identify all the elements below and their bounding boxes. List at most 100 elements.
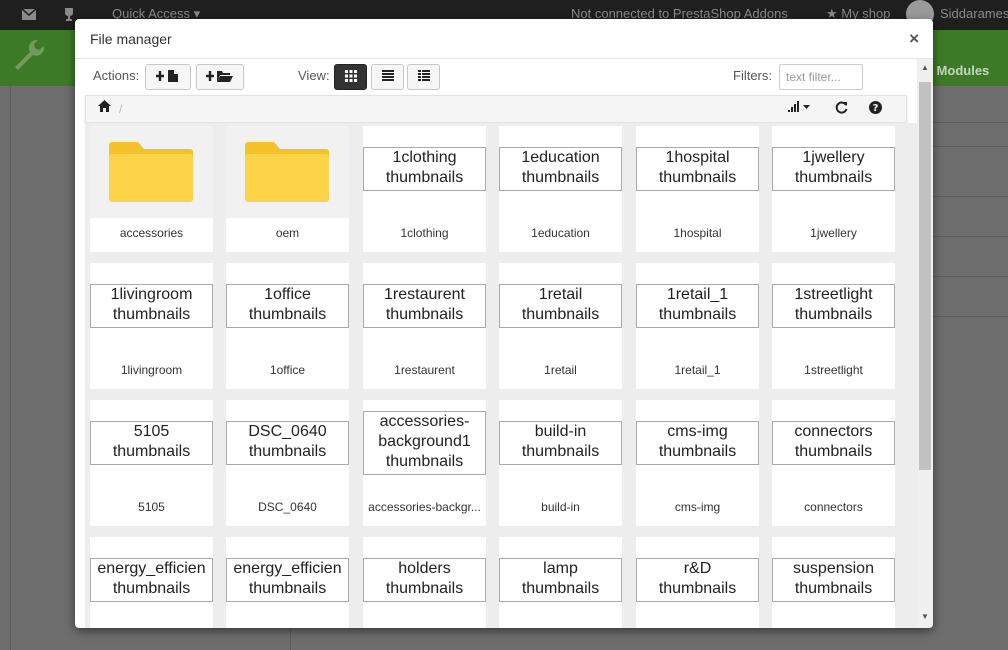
file-name: 5105 xyxy=(138,500,165,514)
broken-image-alt-text: 1streetlight thumbnails xyxy=(772,284,895,328)
image-thumbnail: suspension thumbnails xyxy=(772,537,895,628)
broken-image-alt-text: 1jwellery thumbnails xyxy=(772,147,895,191)
image-thumbnail: 1streetlight thumbnails xyxy=(772,263,895,355)
file-item[interactable]: accessories- background1 thumbnails acces… xyxy=(363,400,486,526)
actions-label: Actions: xyxy=(93,68,140,83)
file-name: DSC_0640 xyxy=(258,500,317,514)
modal-body: Actions: View: Filters: text filter... /… xyxy=(75,59,933,628)
file-name: 1education xyxy=(531,226,590,240)
image-thumbnail: 1restaurent thumbnails xyxy=(363,263,486,355)
image-thumbnail: cms-img thumbnails xyxy=(636,400,759,492)
broken-image-alt-text: build-in thumbnails xyxy=(499,421,622,465)
columns-view-icon xyxy=(417,70,430,84)
file-name: 1hospital xyxy=(673,226,722,240)
file-name: 1retail_1 xyxy=(674,363,721,377)
sort-icon[interactable] xyxy=(788,101,812,116)
broken-image-alt-text: 1education thumbnails xyxy=(499,147,622,191)
file-item[interactable]: connectors thumbnails connectors xyxy=(772,400,895,526)
file-item[interactable]: cms-img thumbnails cms-img xyxy=(636,400,759,526)
file-item[interactable]: build-in thumbnails build-in xyxy=(499,400,622,526)
help-icon[interactable]: ? xyxy=(869,101,882,117)
broken-image-alt-text: 5105 thumbnails xyxy=(90,421,213,465)
new-file-button[interactable] xyxy=(145,64,191,90)
file-item[interactable]: 1office thumbnails 1office xyxy=(226,263,349,389)
add-folder-icon xyxy=(206,69,234,86)
file-name: 1restaurent xyxy=(394,363,455,377)
refresh-icon[interactable] xyxy=(835,101,848,117)
scroll-up-icon[interactable]: ▲ xyxy=(920,63,930,73)
svg-text:?: ? xyxy=(873,103,879,114)
image-thumbnail: energy_efficien thumbnails xyxy=(226,537,349,628)
close-icon[interactable]: × xyxy=(909,30,919,47)
new-folder-button[interactable] xyxy=(196,64,244,90)
scroll-down-icon[interactable]: ▼ xyxy=(920,612,930,622)
file-name: 1retail xyxy=(544,363,577,377)
file-item[interactable]: 1restaurent thumbnails 1restaurent xyxy=(363,263,486,389)
file-item[interactable]: lamp thumbnails xyxy=(499,537,622,628)
file-manager-modal: File manager × Actions: View: Filters: t… xyxy=(75,19,933,628)
file-item[interactable]: energy_efficien thumbnails xyxy=(226,537,349,628)
image-thumbnail: DSC_0640 thumbnails xyxy=(226,400,349,492)
image-thumbnail: lamp thumbnails xyxy=(499,537,622,628)
broken-image-alt-text: 1hospital thumbnails xyxy=(636,147,759,191)
trophy-icon[interactable] xyxy=(62,8,76,24)
broken-image-alt-text: 1retail thumbnails xyxy=(499,284,622,328)
broken-image-alt-text: accessories- background1 thumbnails xyxy=(363,411,486,475)
wrench-icon xyxy=(12,38,46,80)
file-grid: accessories oem 1clothing thumbnails 1cloth… xyxy=(85,123,917,628)
file-item[interactable]: 1hospital thumbnails 1hospital xyxy=(636,126,759,252)
image-thumbnail: 1livingroom thumbnails xyxy=(90,263,213,355)
broken-image-alt-text: r&D thumbnails xyxy=(636,558,759,602)
broken-image-alt-text: DSC_0640 thumbnails xyxy=(226,421,349,465)
file-item[interactable]: energy_efficien thumbnails xyxy=(90,537,213,628)
image-thumbnail: 1hospital thumbnails xyxy=(636,126,759,218)
file-name: accessories-backgr... xyxy=(368,500,481,514)
file-name: accessories xyxy=(119,226,184,240)
filter-input[interactable] xyxy=(779,64,863,90)
broken-image-alt-text: cms-img thumbnails xyxy=(636,421,759,465)
file-item[interactable]: 1streetlight thumbnails 1streetlight xyxy=(772,263,895,389)
image-thumbnail: 1education thumbnails xyxy=(499,126,622,218)
image-thumbnail: accessories- background1 thumbnails xyxy=(363,400,486,492)
home-icon[interactable] xyxy=(98,100,111,115)
folder-item[interactable]: accessories xyxy=(90,126,213,252)
file-item[interactable]: holders thumbnails xyxy=(363,537,486,628)
file-item[interactable]: 1retail thumbnails 1retail xyxy=(499,263,622,389)
file-name: cms-img xyxy=(674,500,721,514)
modal-scrollbar[interactable]: ▲ ▼ xyxy=(917,59,933,628)
file-item[interactable]: DSC_0640 thumbnails DSC_0640 xyxy=(226,400,349,526)
file-item[interactable]: 5105 thumbnails 5105 xyxy=(90,400,213,526)
columns-view-button[interactable] xyxy=(407,64,440,90)
folder-thumbnail xyxy=(226,126,349,218)
modules-label[interactable]: d Modules xyxy=(925,63,989,78)
list-view-button[interactable] xyxy=(371,64,404,90)
file-item[interactable]: 1clothing thumbnails 1clothing xyxy=(363,126,486,252)
broken-image-alt-text: energy_efficien thumbnails xyxy=(226,558,349,602)
file-item[interactable]: 1jwellery thumbnails 1jwellery xyxy=(772,126,895,252)
folder-item[interactable]: oem xyxy=(226,126,349,252)
image-thumbnail: r&D thumbnails xyxy=(636,537,759,628)
image-thumbnail: connectors thumbnails xyxy=(772,400,895,492)
image-thumbnail: 1jwellery thumbnails xyxy=(772,126,895,218)
file-item[interactable]: 1livingroom thumbnails 1livingroom xyxy=(90,263,213,389)
grid-view-button[interactable] xyxy=(334,64,367,90)
broken-image-alt-text: 1retail_1 thumbnails xyxy=(636,284,759,328)
image-thumbnail: 1retail thumbnails xyxy=(499,263,622,355)
envelope-icon[interactable] xyxy=(21,8,37,23)
file-name: 1office xyxy=(269,363,306,377)
file-item[interactable]: 1retail_1 thumbnails 1retail_1 xyxy=(636,263,759,389)
modal-header: File manager × xyxy=(75,19,933,59)
broken-image-alt-text: 1office thumbnails xyxy=(226,284,349,328)
image-thumbnail: 1retail_1 thumbnails xyxy=(636,263,759,355)
file-item[interactable]: r&D thumbnails xyxy=(636,537,759,628)
user-name[interactable]: Siddaramesh xyxy=(940,6,1008,21)
broken-image-alt-text: 1livingroom thumbnails xyxy=(90,284,213,328)
broken-image-alt-text: 1restaurent thumbnails xyxy=(363,284,486,328)
file-item[interactable]: suspension thumbnails xyxy=(772,537,895,628)
broken-image-alt-text: holders thumbnails xyxy=(363,558,486,602)
scroll-thumb[interactable] xyxy=(919,82,931,470)
file-name: 1livingroom xyxy=(120,363,183,377)
file-item[interactable]: 1education thumbnails 1education xyxy=(499,126,622,252)
image-thumbnail: build-in thumbnails xyxy=(499,400,622,492)
broken-image-alt-text: suspension thumbnails xyxy=(772,558,895,602)
